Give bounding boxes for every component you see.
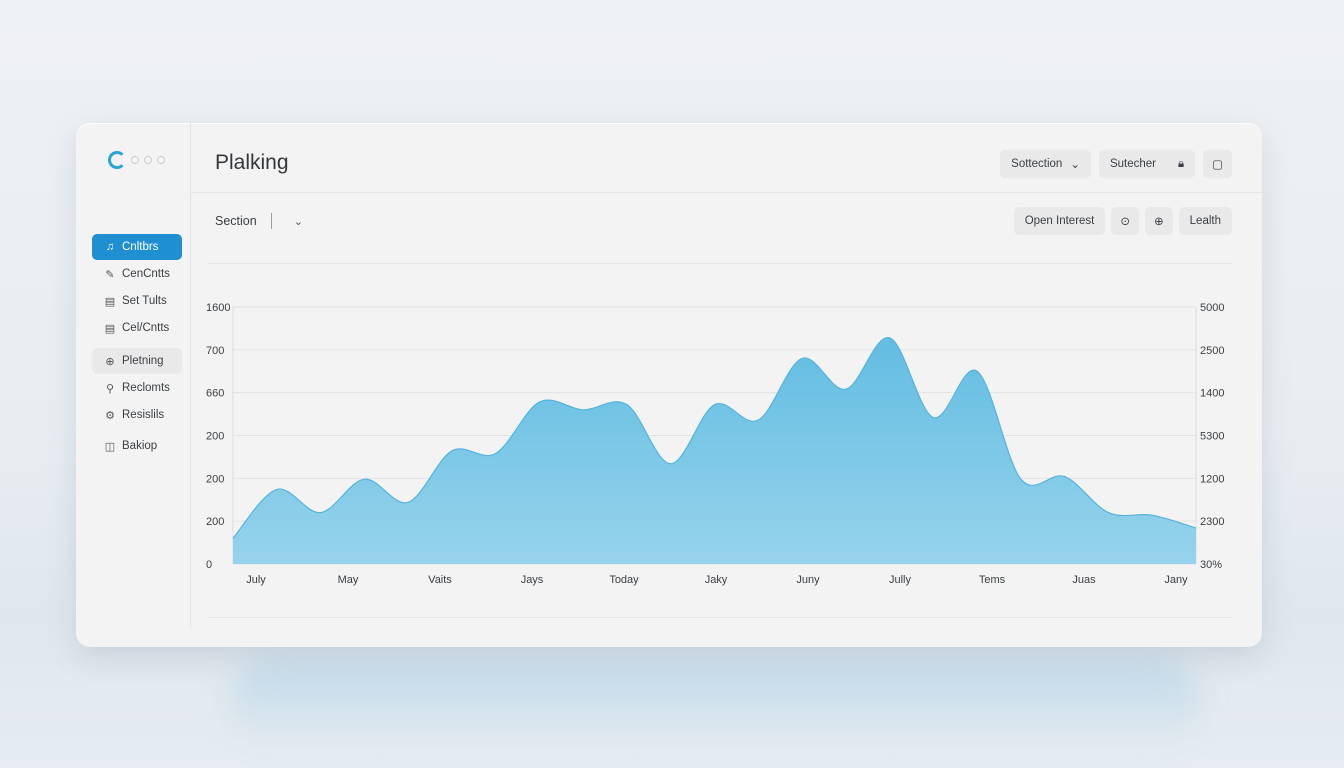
target-button[interactable]: ⊙ — [1111, 207, 1140, 235]
y-left-tick-label: 1600 — [206, 302, 230, 314]
area-series-fill — [233, 337, 1196, 564]
header-actions: Sottection ⌄ Sutecher 🔒︎ ▢ — [1000, 150, 1232, 178]
sutecher-label: Sutecher — [1109, 158, 1156, 170]
y-right-tick-label: 5300 — [1200, 431, 1224, 443]
settings-icon: ⚙ — [105, 409, 115, 422]
window-dot-icon[interactable] — [131, 156, 139, 164]
lock-icon: 🔒︎ — [1178, 157, 1185, 170]
sidebar: ♫ Cnltbrs ✎ CenCntts ▤ Set Tults ▤ Cel/C… — [76, 123, 191, 627]
y-right-tick-label: 30% — [1200, 559, 1222, 571]
y-right-tick-label: 1400 — [1200, 388, 1224, 400]
sidebar-item-resislils[interactable]: ⚙ Resislils — [92, 402, 182, 428]
sidebar-item-set-tults[interactable]: ▤ Set Tults — [92, 288, 182, 314]
sidebar-item-reclomts[interactable]: ⚲ Reclomts — [92, 375, 182, 401]
key-icon: ⚲ — [105, 382, 115, 395]
x-tick-label: Juas — [1072, 574, 1096, 586]
window-dot-icon[interactable] — [144, 156, 152, 164]
section-selector[interactable]: Section ⌄ — [215, 213, 303, 229]
chart-top-divider — [208, 263, 1232, 264]
document-icon: ▤ — [104, 322, 116, 335]
sidebar-item-label: Bakiop — [122, 440, 158, 452]
x-tick-label: Juny — [796, 574, 820, 586]
x-tick-label: Jays — [521, 574, 544, 586]
open-interest-button[interactable]: Open Interest — [1013, 207, 1106, 235]
x-tick-label: May — [338, 574, 359, 586]
sidebar-item-label: Cnltbrs — [122, 241, 159, 253]
chart-icon: ◫ — [104, 440, 116, 453]
app-window: ♫ Cnltbrs ✎ CenCntts ▤ Set Tults ▤ Cel/C… — [76, 123, 1262, 647]
sidebar-item-celcntts[interactable]: ▤ Cel/Cntts — [92, 315, 182, 341]
open-interest-label: Open Interest — [1024, 215, 1095, 227]
sidebar-item-label: Resislils — [122, 409, 165, 421]
section-label: Section — [215, 214, 257, 228]
header-divider — [191, 192, 1262, 193]
sidebar-item-label: Pletning — [122, 355, 164, 367]
x-tick-label: Tems — [979, 574, 1006, 586]
window-dot-icon[interactable] — [157, 156, 165, 164]
x-tick-label: Jany — [1164, 574, 1188, 586]
lealth-label: Lealth — [1189, 215, 1221, 227]
globe-icon: ⊕ — [105, 355, 115, 368]
y-right-tick-label: 5000 — [1200, 302, 1224, 314]
y-left-tick-label: 700 — [206, 345, 224, 357]
sidebar-item-label: Set Tults — [122, 295, 167, 307]
x-tick-label: Jaky — [705, 574, 728, 586]
chevron-down-icon[interactable]: ⌄ — [294, 215, 303, 228]
pencil-icon: ✎ — [105, 268, 115, 281]
square-icon: ▢ — [1212, 159, 1223, 171]
y-right-tick-label: 2300 — [1200, 516, 1224, 528]
logo-icon — [108, 151, 126, 169]
x-tick-label: July — [246, 574, 266, 586]
x-tick-label: Today — [609, 574, 639, 586]
globe-icon: ⊕ — [1154, 216, 1164, 228]
sutecher-button[interactable]: Sutecher 🔒︎ — [1098, 150, 1196, 178]
sidebar-item-pletning[interactable]: ⊕ Pletning — [92, 348, 182, 374]
window-controls — [108, 151, 165, 169]
sottection-dropdown[interactable]: Sottection ⌄ — [1000, 150, 1091, 178]
sottection-label: Sottection — [1011, 158, 1063, 170]
document-icon: ▤ — [104, 295, 116, 308]
sidebar-item-cencntts[interactable]: ✎ CenCntts — [92, 261, 182, 287]
y-left-tick-label: 200 — [206, 516, 224, 528]
y-right-tick-label: 2500 — [1200, 345, 1224, 357]
music-note-icon: ♫ — [105, 241, 115, 253]
globe-button[interactable]: ⊕ — [1145, 207, 1173, 235]
page-title: Plalking — [215, 151, 289, 174]
x-tick-label: Jully — [889, 574, 912, 586]
sidebar-item-label: Cel/Cntts — [122, 322, 170, 334]
chart-bottom-divider — [208, 617, 1232, 618]
area-chart: 0 30% 200 2300 200 1200 200 5300 660 1400 700 2500 1… — [206, 302, 1224, 586]
lealth-button[interactable]: Lealth — [1178, 207, 1232, 235]
y-left-tick-label: 0 — [206, 559, 212, 571]
x-tick-label: Vaits — [428, 574, 452, 586]
sidebar-item-label: CenCntts — [122, 268, 170, 280]
target-icon: ⊙ — [1120, 216, 1131, 228]
window-square-button[interactable]: ▢ — [1203, 150, 1232, 178]
sidebar-item-cnltbrs[interactable]: ♫ Cnltbrs — [92, 234, 182, 260]
sidebar-item-bakiop[interactable]: ◫ Bakiop — [92, 433, 182, 459]
section-separator — [270, 213, 272, 229]
y-left-tick-label: 200 — [206, 431, 224, 443]
y-left-tick-label: 200 — [206, 473, 224, 485]
sidebar-item-label: Reclomts — [122, 382, 170, 394]
y-left-tick-label: 660 — [206, 388, 224, 400]
y-right-tick-label: 1200 — [1200, 473, 1224, 485]
chevron-down-icon: ⌄ — [1070, 159, 1080, 171]
window-reflection — [230, 660, 1200, 750]
chart-toolbar: Open Interest ⊙ ⊕ Lealth — [1013, 207, 1232, 235]
sidebar-nav: ♫ Cnltbrs ✎ CenCntts ▤ Set Tults ▤ Cel/C… — [92, 234, 182, 460]
